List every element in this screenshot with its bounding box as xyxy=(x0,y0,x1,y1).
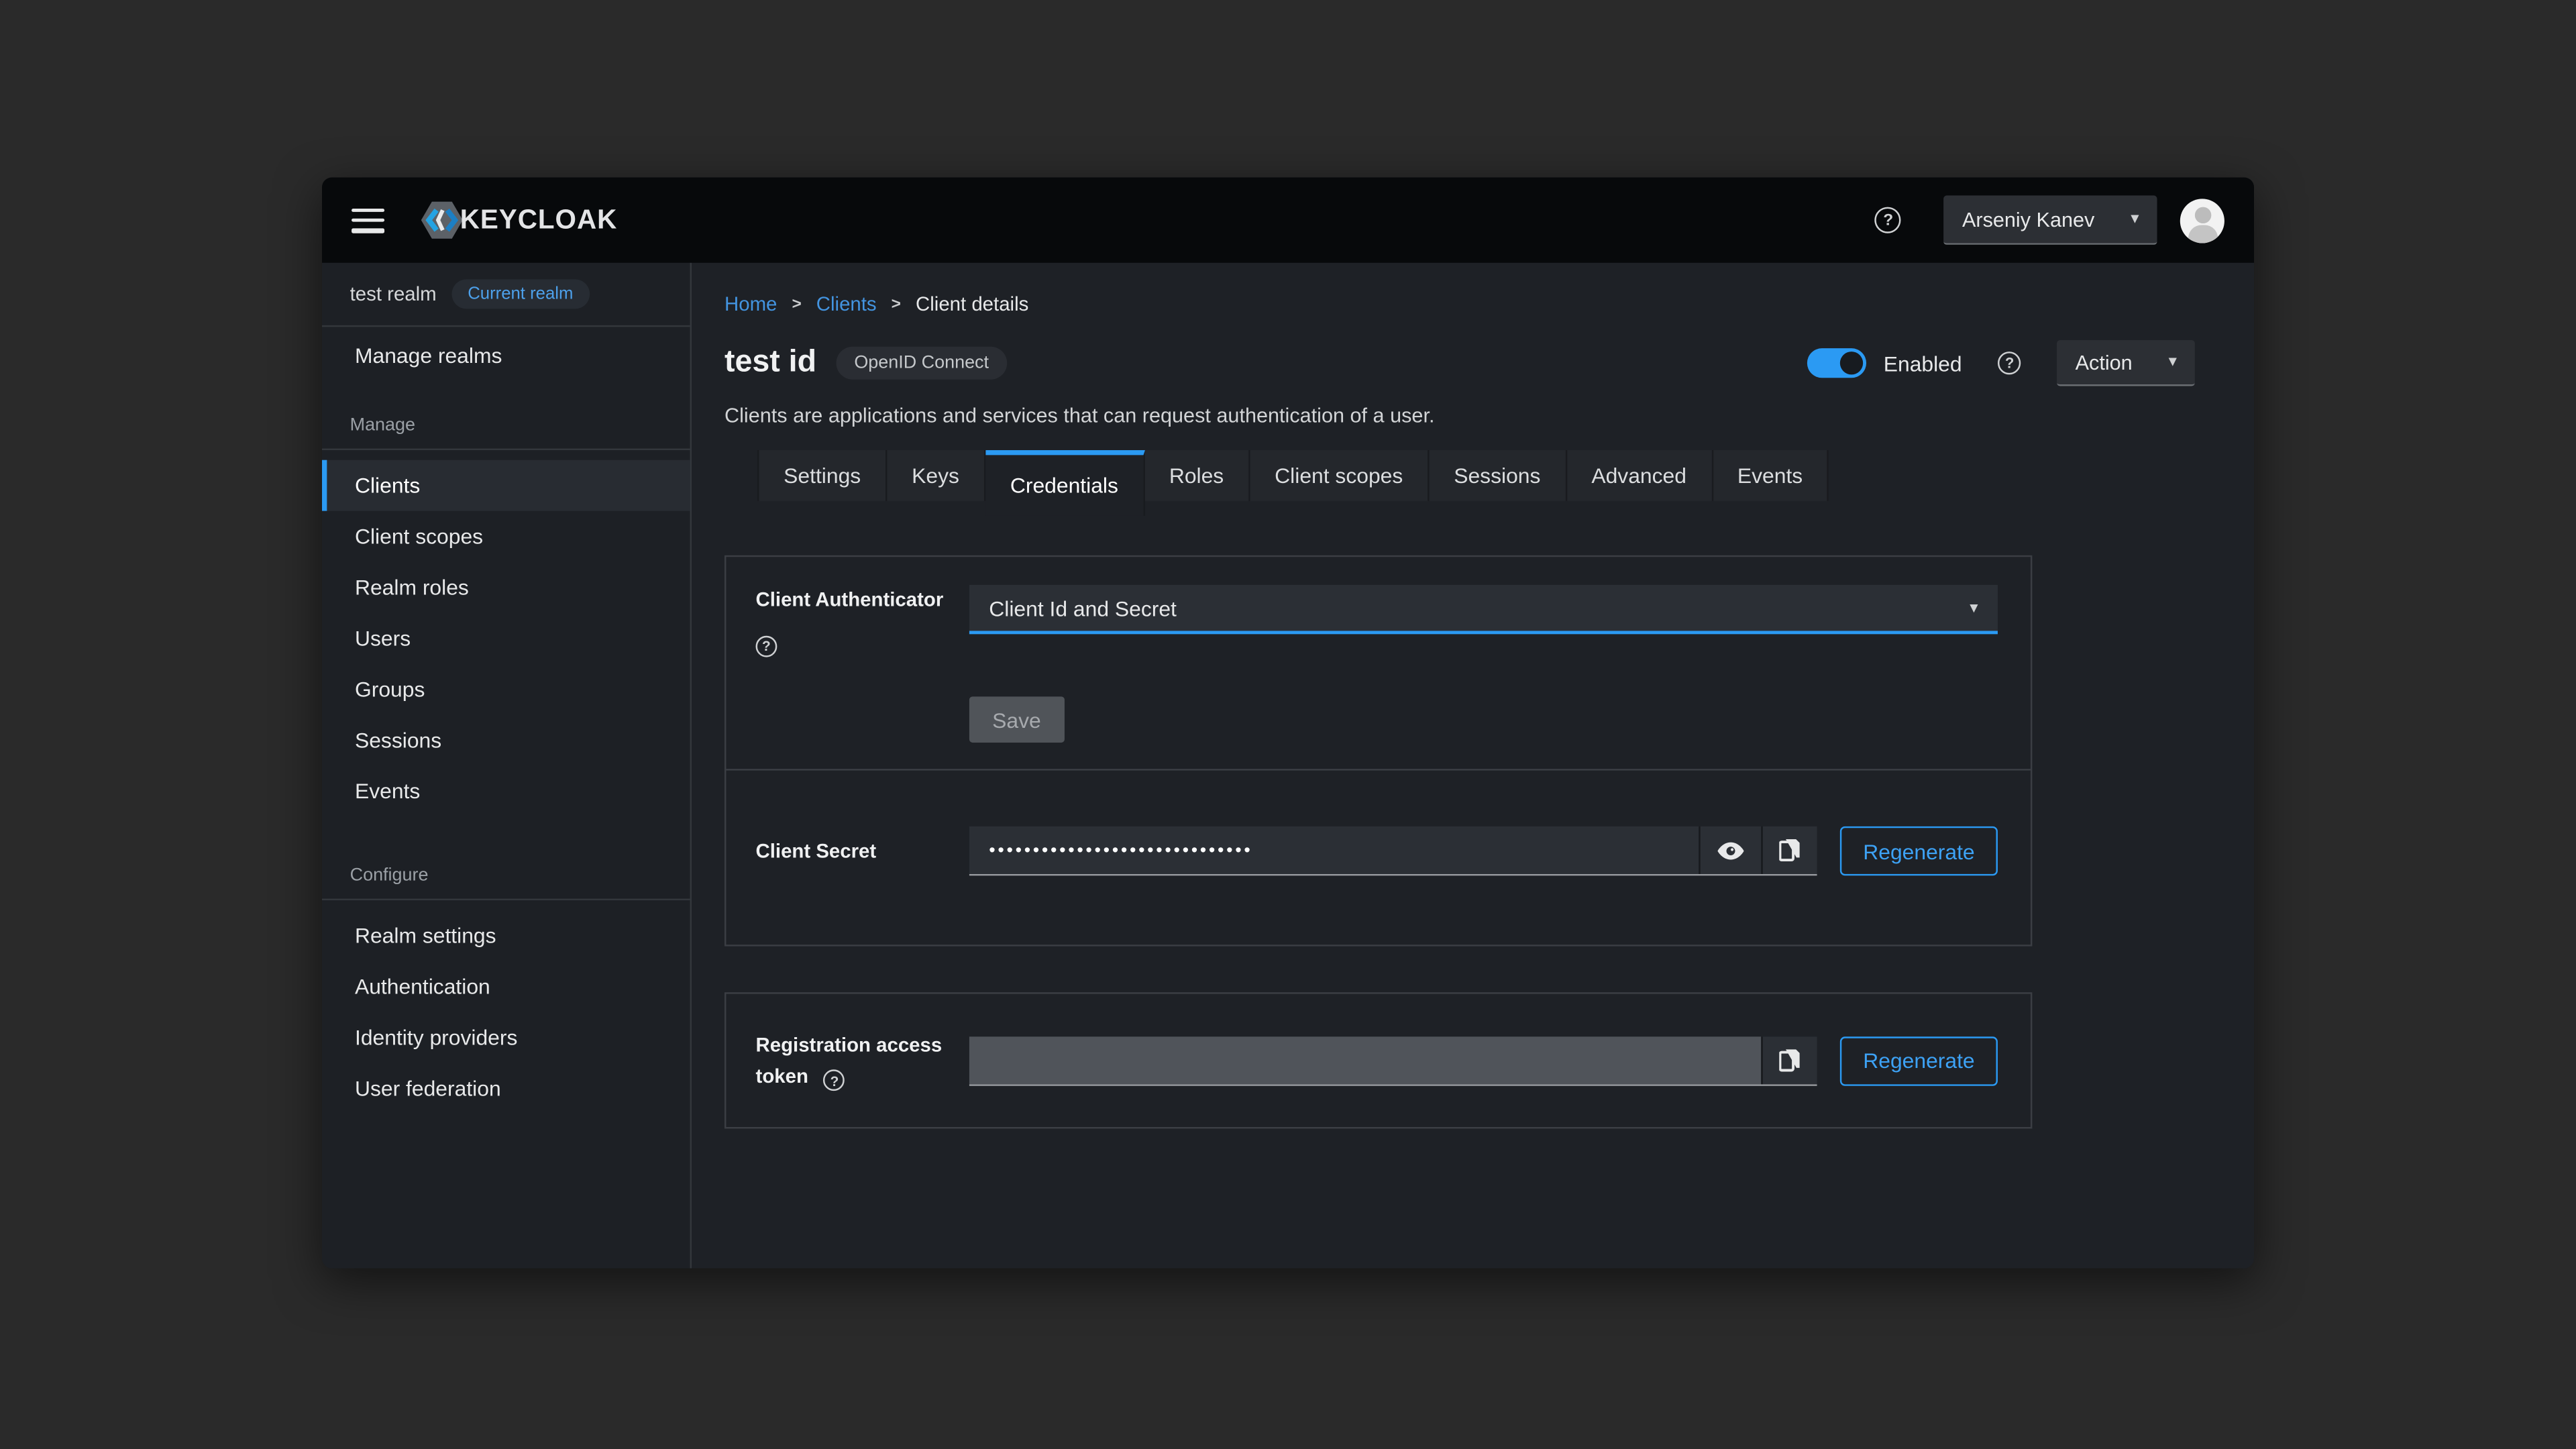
client-authenticator-value: Client Id and Secret xyxy=(989,596,1177,621)
tab-events[interactable]: Events xyxy=(1713,450,1829,501)
client-authenticator-card: Client Authenticator ? Client Id and Sec… xyxy=(724,555,2032,947)
copy-icon xyxy=(1779,838,1801,863)
breadcrumb-separator-icon: > xyxy=(892,295,901,313)
breadcrumb-current: Client details xyxy=(916,292,1028,315)
sidebar-item-client-scopes[interactable]: Client scopes xyxy=(322,511,690,562)
tab-roles[interactable]: Roles xyxy=(1144,450,1250,501)
enabled-toggle[interactable] xyxy=(1807,348,1866,378)
sidebar-item-authentication[interactable]: Authentication xyxy=(322,961,690,1012)
chevron-down-icon: ▾ xyxy=(1970,599,1978,617)
copy-icon xyxy=(1779,1047,1801,1072)
realm-row[interactable]: test realm Current realm xyxy=(322,263,690,327)
breadcrumb-clients[interactable]: Clients xyxy=(816,292,877,315)
protocol-badge: OpenID Connect xyxy=(836,347,1007,380)
realm-name: test realm xyxy=(350,282,437,305)
brand-text: KEYCLOAK xyxy=(460,205,618,236)
client-secret-input-group: •••••••••••••••••••••••••••••• xyxy=(969,826,1817,875)
user-name: Arseniy Kanev xyxy=(1962,208,2094,231)
regenerate-token-button[interactable]: Regenerate xyxy=(1840,1036,1998,1085)
keycloak-logo[interactable]: KEYCLOAK xyxy=(417,195,617,244)
user-avatar xyxy=(2180,198,2224,242)
sidebar-item-user-federation[interactable]: User federation xyxy=(322,1063,690,1114)
toggle-knob xyxy=(1839,352,1862,374)
enabled-help-icon[interactable]: ? xyxy=(1998,352,2021,374)
current-realm-badge: Current realm xyxy=(451,279,590,309)
help-icon[interactable]: ? xyxy=(1875,207,1901,233)
eye-icon xyxy=(1717,841,1745,860)
tab-keys[interactable]: Keys xyxy=(887,450,985,501)
registration-token-help-icon[interactable]: ? xyxy=(824,1070,845,1091)
save-button[interactable]: Save xyxy=(969,696,1064,743)
breadcrumb-home[interactable]: Home xyxy=(724,292,777,315)
registration-token-label: Registration access token xyxy=(756,1033,943,1087)
chevron-down-icon: ▾ xyxy=(2131,210,2139,228)
client-secret-input[interactable]: •••••••••••••••••••••••••••••• xyxy=(969,826,1699,874)
tab-sessions[interactable]: Sessions xyxy=(1429,450,1566,501)
sidebar-item-realm-settings[interactable]: Realm settings xyxy=(322,910,690,961)
tab-credentials[interactable]: Credentials xyxy=(985,450,1144,516)
sidebar-item-identity-providers[interactable]: Identity providers xyxy=(322,1012,690,1063)
content-area: Home > Clients > Client details test id … xyxy=(692,263,2254,1269)
screen: KEYCLOAK ? Arseniy Kanev ▾ test realm Cu… xyxy=(0,0,2576,1449)
client-authenticator-help-icon[interactable]: ? xyxy=(756,635,777,657)
tab-settings[interactable]: Settings xyxy=(757,450,887,501)
user-menu-button[interactable]: Arseniy Kanev ▾ xyxy=(1944,195,2157,244)
keycloak-logo-icon xyxy=(417,195,466,244)
regenerate-secret-button[interactable]: Regenerate xyxy=(1840,826,1998,875)
breadcrumb: Home > Clients > Client details xyxy=(724,292,2195,315)
registration-token-card: Registration access token ? xyxy=(724,992,2032,1129)
sidebar-item-users[interactable]: Users xyxy=(322,612,690,663)
page-description: Clients are applications and services th… xyxy=(724,404,2195,427)
sidebar-item-groups[interactable]: Groups xyxy=(322,663,690,714)
nav-toggle-button[interactable] xyxy=(352,208,384,233)
registration-token-input-group xyxy=(969,1036,1817,1085)
client-authenticator-label: Client Authenticator xyxy=(756,585,950,616)
masthead: KEYCLOAK ? Arseniy Kanev ▾ xyxy=(322,177,2254,262)
keycloak-admin-window: KEYCLOAK ? Arseniy Kanev ▾ test realm Cu… xyxy=(322,177,2254,1268)
tab-bar: Settings Keys Credentials Roles Client s… xyxy=(757,450,2195,516)
sidebar-section-configure: Configure xyxy=(322,866,690,900)
enabled-label: Enabled xyxy=(1884,351,1962,376)
chevron-down-icon: ▾ xyxy=(2169,354,2177,372)
sidebar-item-manage-realms[interactable]: Manage realms xyxy=(322,327,690,382)
client-secret-label: Client Secret xyxy=(756,836,950,867)
tab-client-scopes[interactable]: Client scopes xyxy=(1250,450,1429,501)
sidebar-section-manage: Manage xyxy=(322,416,690,450)
sidebar-item-clients[interactable]: Clients xyxy=(322,460,690,511)
show-secret-button[interactable] xyxy=(1699,826,1761,874)
breadcrumb-separator-icon: > xyxy=(792,295,801,313)
sidebar-item-realm-roles[interactable]: Realm roles xyxy=(322,562,690,613)
copy-token-button[interactable] xyxy=(1761,1036,1817,1083)
client-authenticator-select[interactable]: Client Id and Secret ▾ xyxy=(969,585,1998,634)
page-title: test id xyxy=(724,345,816,381)
tab-advanced[interactable]: Advanced xyxy=(1567,450,1713,501)
sidebar-item-sessions[interactable]: Sessions xyxy=(322,714,690,765)
sidebar: test realm Current realm Manage realms M… xyxy=(322,263,692,1269)
client-secret-masked-value: •••••••••••••••••••••••••••••• xyxy=(989,841,1252,860)
sidebar-item-events[interactable]: Events xyxy=(322,765,690,816)
copy-secret-button[interactable] xyxy=(1761,826,1817,874)
registration-token-input[interactable] xyxy=(969,1036,1762,1083)
action-dropdown[interactable]: Action ▾ xyxy=(2057,340,2195,386)
